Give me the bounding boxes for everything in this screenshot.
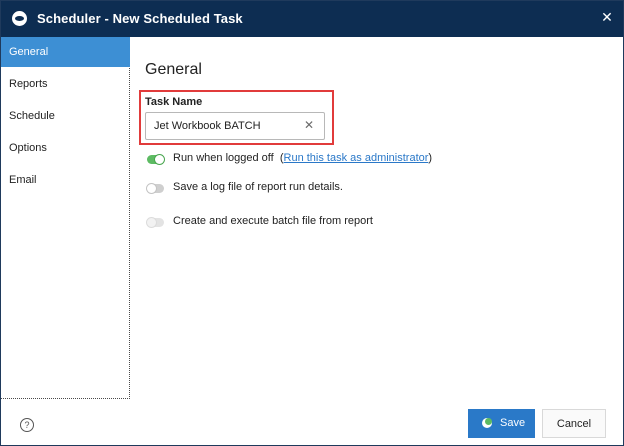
run-logged-off-label: Run when logged off (Run this task as ad… (173, 152, 432, 164)
save-button[interactable]: Save (468, 409, 535, 438)
sidebar-item-reports[interactable]: Reports (1, 69, 128, 99)
save-button-label: Save (500, 417, 526, 429)
cancel-button[interactable]: Cancel (542, 409, 606, 438)
batch-file-toggle[interactable] (146, 217, 164, 228)
batch-file-label: Create and execute batch file from repor… (173, 215, 373, 227)
sidebar: General Reports Schedule Options Email (1, 37, 130, 399)
task-name-input[interactable] (146, 113, 296, 139)
link-close-paren: ) (428, 152, 433, 164)
page-title: General (145, 61, 202, 78)
scheduler-icon (12, 11, 27, 26)
sidebar-item-email[interactable]: Email (1, 165, 128, 195)
title-bar: Scheduler - New Scheduled Task ✕ (1, 1, 623, 37)
run-logged-off-toggle[interactable] (147, 154, 165, 165)
save-icon (482, 418, 492, 428)
help-icon[interactable]: ? (20, 418, 34, 432)
window-title: Scheduler - New Scheduled Task (37, 11, 243, 26)
dialog-window: Scheduler - New Scheduled Task ✕ General… (0, 0, 624, 446)
save-log-label: Save a log file of report run details. (173, 181, 343, 193)
run-logged-off-text: Run when logged off (173, 152, 274, 164)
task-name-label: Task Name (145, 96, 203, 108)
task-name-field-wrapper: ✕ (145, 112, 325, 140)
clear-icon[interactable]: ✕ (302, 118, 316, 132)
close-button[interactable]: ✕ (597, 7, 617, 27)
run-as-administrator-link[interactable]: Run this task as administrator (284, 152, 429, 164)
save-log-toggle[interactable] (146, 183, 164, 194)
toggle-knob (146, 183, 157, 194)
toggle-knob (146, 217, 157, 228)
toggle-knob (154, 154, 165, 165)
sidebar-item-schedule[interactable]: Schedule (1, 101, 128, 131)
sidebar-item-options[interactable]: Options (1, 133, 128, 163)
sidebar-item-general[interactable]: General (1, 37, 130, 67)
